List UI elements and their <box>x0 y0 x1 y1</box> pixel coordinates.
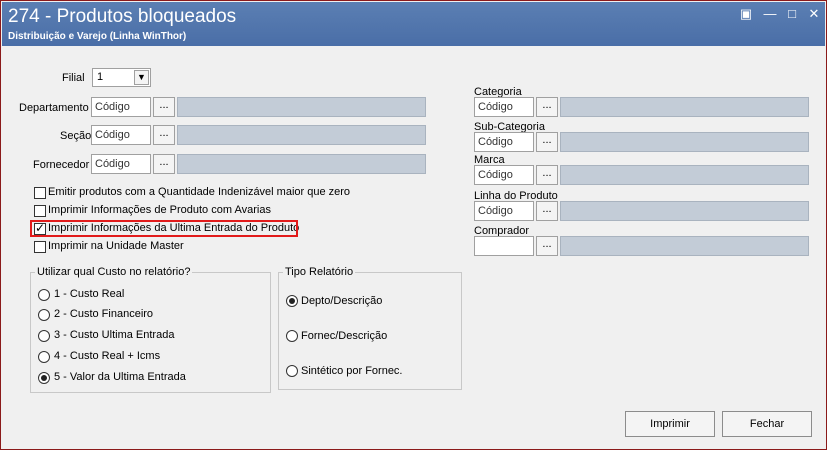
custo-label-4[interactable]: 4 - Custo Real + Icms <box>54 350 160 362</box>
custo-label-3[interactable]: 3 - Custo Ultima Entrada <box>54 329 174 341</box>
comprador-description-field <box>560 236 809 256</box>
departamento-description-field <box>177 97 426 117</box>
secao-code-input[interactable]: Código <box>91 125 151 145</box>
custo-radio-1[interactable] <box>38 289 50 301</box>
secao-label: Seção <box>60 130 92 142</box>
imprimir-button[interactable]: Imprimir <box>625 411 715 437</box>
window-title: 274 - Produtos bloqueados <box>8 6 237 27</box>
restore-edit-icon[interactable]: ▣ <box>738 6 754 22</box>
categoria-description-field <box>560 97 809 117</box>
chevron-down-icon[interactable]: ▼ <box>134 70 149 85</box>
custo-radio-2[interactable] <box>38 309 50 321</box>
tipo-label-sintetico[interactable]: Sintético por Fornec. <box>301 365 403 377</box>
custo-label-5[interactable]: 5 - Valor da Ultima Entrada <box>54 371 186 383</box>
custo-label-1[interactable]: 1 - Custo Real <box>54 288 124 300</box>
secao-browse-button[interactable]: ... <box>153 125 175 145</box>
window-subtitle: Distribuição e Varejo (Linha WinThor) <box>8 31 187 42</box>
tipo-label-fornec[interactable]: Fornec/Descrição <box>301 330 387 342</box>
custo-radio-3[interactable] <box>38 330 50 342</box>
fornecedor-description-field <box>177 154 426 174</box>
option-checkbox-unidade-master[interactable] <box>34 241 46 253</box>
custo-label-2[interactable]: 2 - Custo Financeiro <box>54 308 153 320</box>
marca-code-input[interactable]: Código <box>474 165 534 185</box>
fornecedor-browse-button[interactable]: ... <box>153 154 175 174</box>
subcategoria-code-input[interactable]: Código <box>474 132 534 152</box>
departamento-code-input[interactable]: Código <box>91 97 151 117</box>
close-icon[interactable]: ✕ <box>806 6 822 22</box>
tipo-radio-depto[interactable] <box>286 295 298 307</box>
filial-label: Filial <box>62 72 85 84</box>
filial-select[interactable]: 1 ▼ <box>92 68 151 87</box>
title-bar: 274 - Produtos bloqueados Distribuição e… <box>2 2 825 46</box>
fechar-button[interactable]: Fechar <box>722 411 812 437</box>
option-label-quantidade[interactable]: Emitir produtos com a Quantidade Indeniz… <box>48 186 350 198</box>
linha-produto-browse-button[interactable]: ... <box>536 201 558 221</box>
minimize-icon[interactable]: — <box>762 6 778 22</box>
tipo-radio-fornec[interactable] <box>286 330 298 342</box>
departamento-browse-button[interactable]: ... <box>153 97 175 117</box>
filial-select-value: 1 <box>97 71 104 83</box>
linha-produto-code-input[interactable]: Código <box>474 201 534 221</box>
main-window: 274 - Produtos bloqueados Distribuição e… <box>0 0 827 450</box>
marca-browse-button[interactable]: ... <box>536 165 558 185</box>
fornecedor-code-input[interactable]: Código <box>91 154 151 174</box>
option-checkbox-avarias[interactable] <box>34 205 46 217</box>
custo-group-title: Utilizar qual Custo no relatório? <box>35 266 193 278</box>
option-label-avarias[interactable]: Imprimir Informações de Produto com Avar… <box>48 204 271 216</box>
categoria-code-input[interactable]: Código <box>474 97 534 117</box>
categoria-browse-button[interactable]: ... <box>536 97 558 117</box>
option-checkbox-quantidade[interactable] <box>34 187 46 199</box>
tipo-label-depto[interactable]: Depto/Descrição <box>301 295 382 307</box>
subcategoria-browse-button[interactable]: ... <box>536 132 558 152</box>
option-label-unidade-master[interactable]: Imprimir na Unidade Master <box>48 240 184 252</box>
custo-radio-4[interactable] <box>38 351 50 363</box>
comprador-code-input[interactable] <box>474 236 534 256</box>
maximize-icon[interactable]: □ <box>784 6 800 22</box>
comprador-browse-button[interactable]: ... <box>536 236 558 256</box>
fornecedor-label: Fornecedor <box>33 159 90 171</box>
custo-radio-5[interactable] <box>38 372 50 384</box>
secao-description-field <box>177 125 426 145</box>
linha-produto-description-field <box>560 201 809 221</box>
marca-description-field <box>560 165 809 185</box>
highlight-box <box>30 220 298 237</box>
tipo-group-title: Tipo Relatório <box>283 266 356 278</box>
tipo-radio-sintetico[interactable] <box>286 365 298 377</box>
departamento-label: Departamento <box>19 102 89 114</box>
subcategoria-description-field <box>560 132 809 152</box>
